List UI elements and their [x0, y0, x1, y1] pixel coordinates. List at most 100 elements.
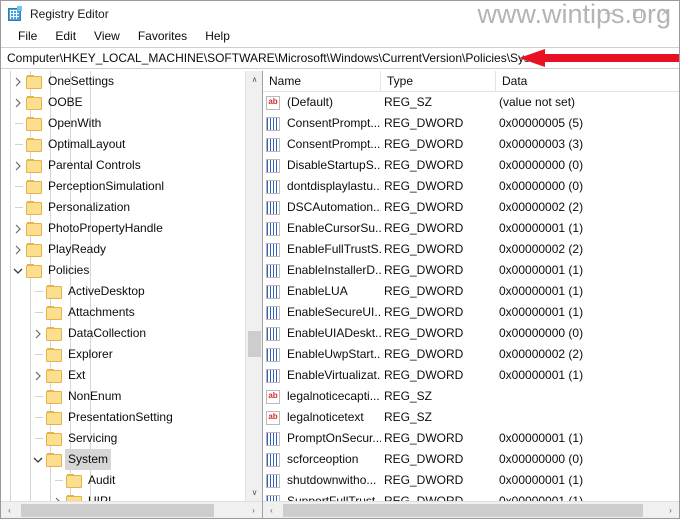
table-row[interactable]: EnableVirtualizat... REG_DWORD 0x00000001 …	[263, 365, 679, 386]
dword-value-icon	[266, 116, 280, 131]
tree-horizontal-scrollbar[interactable]: ‹ ›	[1, 501, 262, 518]
table-row[interactable]: EnableSecureUI... REG_DWORD 0x00000001 (1)	[263, 302, 679, 323]
table-row[interactable]: EnableUwpStart... REG_DWORD 0x00000002 (2)	[263, 344, 679, 365]
table-row[interactable]: EnableCursorSu... REG_DWORD 0x00000001 (1)	[263, 218, 679, 239]
tree-node-audit[interactable]: Audit	[1, 470, 245, 491]
tree-scroll-thumb[interactable]	[248, 331, 261, 357]
registry-tree[interactable]: OneSettings OOBE OpenWith OptimalLayout Pare…	[1, 71, 245, 501]
table-row[interactable]: PromptOnSecur... REG_DWORD 0x00000001 (1)	[263, 428, 679, 449]
table-row[interactable]: SupportFullTrust... REG_DWORD 0x00000001 (…	[263, 491, 679, 501]
chevron-right-icon[interactable]	[30, 365, 46, 386]
table-row[interactable]: shutdownwitho... REG_DWORD 0x00000001 (1)	[263, 470, 679, 491]
chevron-right-icon[interactable]	[10, 239, 26, 260]
tree-hscroll-thumb[interactable]	[21, 504, 214, 517]
dword-value-icon	[266, 431, 280, 446]
tree-node-openwith[interactable]: OpenWith	[1, 113, 245, 134]
table-row[interactable]: EnableFullTrustS... REG_DWORD 0x00000002 (…	[263, 239, 679, 260]
tree-scroll-up-icon[interactable]: ∧	[246, 71, 262, 88]
tree-node-policies[interactable]: Policies	[1, 260, 245, 281]
tree-node-explorer[interactable]: Explorer	[1, 344, 245, 365]
table-row[interactable]: legalnoticetext REG_SZ	[263, 407, 679, 428]
tree-node-perceptionsimulationl[interactable]: PerceptionSimulationl	[1, 176, 245, 197]
chevron-down-icon[interactable]	[10, 260, 26, 281]
chevron-right-icon[interactable]	[10, 218, 26, 239]
tree-node-system[interactable]: System	[1, 449, 245, 470]
values-hscroll-left-icon[interactable]: ‹	[263, 502, 280, 518]
values-horizontal-scrollbar[interactable]: ‹ ›	[263, 501, 679, 518]
chevron-right-icon[interactable]	[50, 491, 66, 501]
maximize-button[interactable]	[623, 1, 651, 26]
table-row[interactable]: legalnoticecapti... REG_SZ	[263, 386, 679, 407]
chevron-right-icon[interactable]	[10, 92, 26, 113]
tree-hscroll-left-icon[interactable]: ‹	[1, 502, 18, 518]
value-data-cell: 0x00000001 (1)	[499, 305, 584, 319]
tree-node-photopropertyhandle[interactable]: PhotoPropertyHandle	[1, 218, 245, 239]
tree-node-servicing[interactable]: Servicing	[1, 428, 245, 449]
tree-vertical-scrollbar[interactable]: ∧ ∨	[245, 71, 262, 501]
tree-node-nonenum[interactable]: NonEnum	[1, 386, 245, 407]
tree-node-datacollection[interactable]: DataCollection	[1, 323, 245, 344]
value-type-cell: REG_DWORD	[384, 263, 464, 277]
menu-item-file[interactable]: File	[9, 26, 46, 47]
address-bar[interactable]: Computer\HKEY_LOCAL_MACHINE\SOFTWARE\Mic…	[1, 47, 679, 69]
tree-hscroll-right-icon[interactable]: ›	[245, 502, 262, 518]
value-data-cell: 0x00000001 (1)	[499, 431, 584, 445]
registry-editor-icon	[8, 5, 24, 22]
table-row[interactable]: dontdisplaylastu... REG_DWORD 0x00000000 (…	[263, 176, 679, 197]
values-list[interactable]: (Default) REG_SZ (value not set) ConsentPro…	[263, 92, 679, 501]
tree-node-optimallayout[interactable]: OptimalLayout	[1, 134, 245, 155]
table-row[interactable]: DisableStartupS... REG_DWORD 0x00000000 (0…	[263, 155, 679, 176]
value-name-cell: DisableStartupS...	[263, 155, 381, 176]
minimize-button[interactable]	[595, 1, 623, 26]
chevron-right-icon[interactable]	[10, 71, 26, 92]
tree-node-onesettings[interactable]: OneSettings	[1, 71, 245, 92]
value-name-cell: EnableInstallerD...	[263, 260, 381, 281]
column-header-type[interactable]: Type	[381, 71, 496, 92]
table-row[interactable]: (Default) REG_SZ (value not set)	[263, 92, 679, 113]
tree-node-label: PerceptionSimulationl	[48, 179, 165, 193]
close-button[interactable]: ✕	[651, 1, 679, 26]
tree-node-activedesktop[interactable]: ActiveDesktop	[1, 281, 245, 302]
folder-icon	[26, 116, 43, 131]
tree-node-playready[interactable]: PlayReady	[1, 239, 245, 260]
table-row[interactable]: DSCAutomation... REG_DWORD 0x00000002 (2)	[263, 197, 679, 218]
menu-item-view[interactable]: View	[85, 26, 129, 47]
tree-node-personalization[interactable]: Personalization	[1, 197, 245, 218]
tree-node-label: Policies	[48, 263, 90, 277]
value-type-cell: REG_DWORD	[384, 179, 464, 193]
tree-node-uipi[interactable]: UIPI	[1, 491, 245, 501]
value-name-cell: scforceoption	[263, 449, 381, 470]
table-row[interactable]: EnableLUA REG_DWORD 0x00000001 (1)	[263, 281, 679, 302]
registry-tree-pane: OneSettings OOBE OpenWith OptimalLayout Pare…	[1, 71, 263, 518]
tree-node-parental-controls[interactable]: Parental Controls	[1, 155, 245, 176]
table-row[interactable]: ConsentPrompt... REG_DWORD 0x00000005 (5)	[263, 113, 679, 134]
chevron-right-icon[interactable]	[30, 323, 46, 344]
value-type-cell: REG_SZ	[384, 389, 433, 403]
dword-value-icon	[266, 326, 280, 341]
tree-node-label: Parental Controls	[48, 158, 141, 172]
tree-node-ext[interactable]: Ext	[1, 365, 245, 386]
table-row[interactable]: scforceoption REG_DWORD 0x00000000 (0)	[263, 449, 679, 470]
values-hscroll-thumb[interactable]	[283, 504, 643, 517]
table-row[interactable]: EnableUIADeskt... REG_DWORD 0x00000000 (0)	[263, 323, 679, 344]
folder-icon	[26, 74, 43, 89]
chevron-down-icon[interactable]	[30, 449, 46, 470]
menu-item-favorites[interactable]: Favorites	[129, 26, 196, 47]
menu-item-edit[interactable]: Edit	[46, 26, 85, 47]
table-row[interactable]: EnableInstallerD... REG_DWORD 0x00000001 (…	[263, 260, 679, 281]
dword-value-icon	[266, 368, 280, 383]
chevron-right-icon[interactable]	[10, 155, 26, 176]
menu-item-help[interactable]: Help	[196, 26, 239, 47]
value-data-cell: 0x00000000 (0)	[499, 326, 584, 340]
tree-scroll-down-icon[interactable]: ∨	[246, 484, 262, 501]
column-header-name[interactable]: Name	[263, 71, 381, 92]
values-hscroll-right-icon[interactable]: ›	[662, 502, 679, 518]
column-header-data[interactable]: Data	[496, 71, 679, 92]
tree-node-oobe[interactable]: OOBE	[1, 92, 245, 113]
table-row[interactable]: ConsentPrompt... REG_DWORD 0x00000003 (3)	[263, 134, 679, 155]
tree-node-label: ActiveDesktop	[68, 284, 145, 298]
tree-node-presentationsetting[interactable]: PresentationSetting	[1, 407, 245, 428]
value-name-cell: DSCAutomation...	[263, 197, 381, 218]
value-name-label: EnableUIADeskt...	[287, 326, 381, 340]
tree-node-attachments[interactable]: Attachments	[1, 302, 245, 323]
